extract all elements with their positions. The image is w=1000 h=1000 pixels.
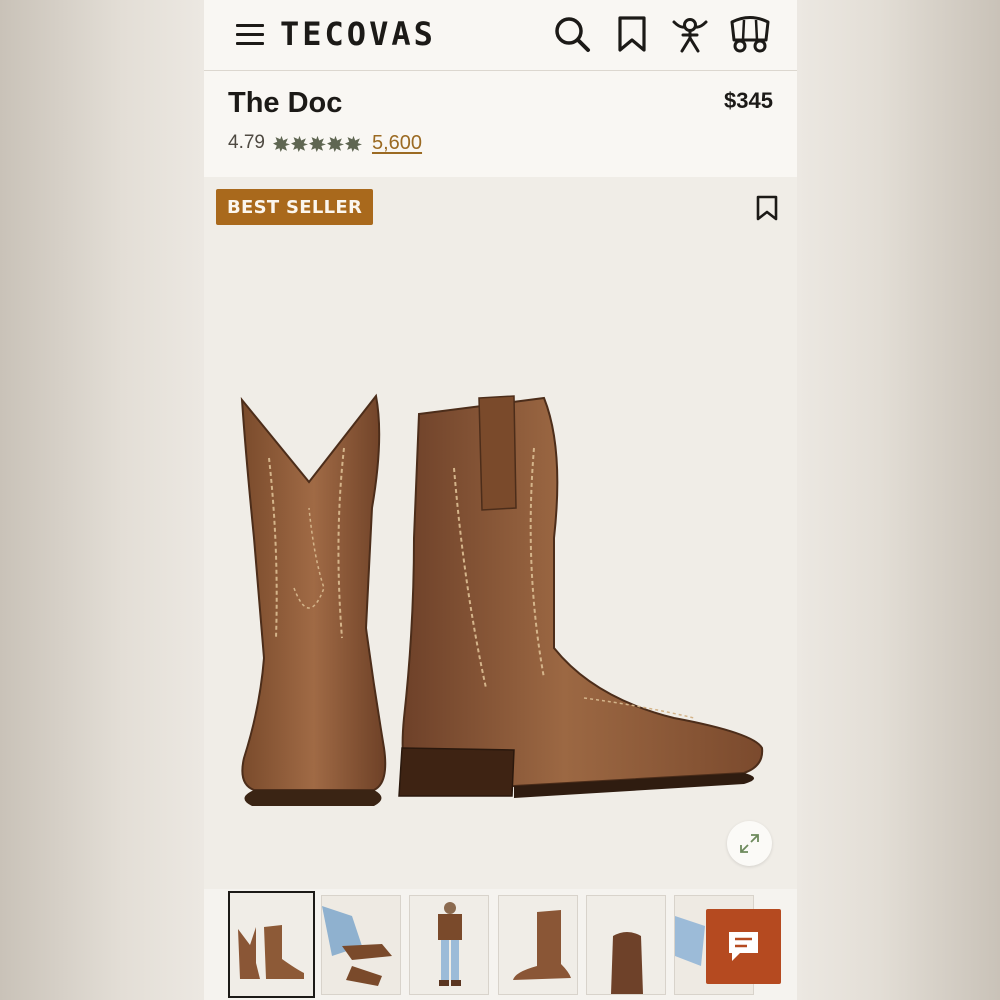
menu-icon[interactable] bbox=[236, 24, 266, 46]
star-icon bbox=[344, 135, 362, 152]
product-price: $345 bbox=[724, 88, 773, 113]
thumbnail-5[interactable] bbox=[586, 895, 666, 995]
search-icon[interactable] bbox=[552, 14, 592, 54]
thumbnail-seated-image bbox=[322, 896, 400, 994]
cart-wagon-icon[interactable] bbox=[728, 14, 772, 54]
chat-button[interactable] bbox=[706, 909, 781, 984]
background-right bbox=[797, 0, 1000, 1000]
best-seller-badge: BEST SELLER bbox=[216, 189, 374, 225]
thumbnail-1[interactable] bbox=[228, 891, 315, 998]
star-rating bbox=[272, 135, 362, 152]
expand-icon bbox=[740, 834, 759, 853]
product-page: TECOVAS The Doc $345 4.79 5,600 BEST SEL… bbox=[204, 0, 797, 1000]
product-image-gallery: BEST SELLER bbox=[204, 178, 797, 890]
thumbnail-toe-view-image bbox=[587, 896, 665, 994]
background-left bbox=[0, 0, 204, 1000]
product-image-boots bbox=[240, 393, 764, 806]
review-count-link[interactable]: 5,600 bbox=[372, 132, 422, 155]
site-header: TECOVAS bbox=[204, 0, 797, 71]
product-title: The Doc bbox=[228, 87, 343, 119]
account-icon[interactable] bbox=[670, 14, 710, 54]
star-icon bbox=[290, 135, 308, 152]
thumbnail-boots-pair-image bbox=[230, 893, 313, 996]
star-icon bbox=[308, 135, 326, 152]
thumbnail-2[interactable] bbox=[321, 895, 401, 995]
bookmark-icon[interactable] bbox=[612, 14, 652, 54]
thumbnail-single-boot-image bbox=[499, 896, 577, 994]
thumbnail-3[interactable] bbox=[409, 895, 489, 995]
thumbnail-4[interactable] bbox=[498, 895, 578, 995]
star-icon bbox=[272, 135, 290, 152]
chat-icon bbox=[729, 932, 758, 961]
product-summary: The Doc $345 4.79 5,600 bbox=[204, 71, 797, 177]
expand-image-button[interactable] bbox=[727, 821, 772, 866]
rating-value: 4.79 bbox=[228, 132, 265, 153]
brand-logo[interactable]: TECOVAS bbox=[280, 15, 436, 53]
star-icon bbox=[326, 135, 344, 152]
save-bookmark-icon[interactable] bbox=[754, 194, 780, 222]
thumbnail-model-image bbox=[410, 896, 488, 994]
rating-row: 4.79 5,600 bbox=[228, 131, 422, 155]
